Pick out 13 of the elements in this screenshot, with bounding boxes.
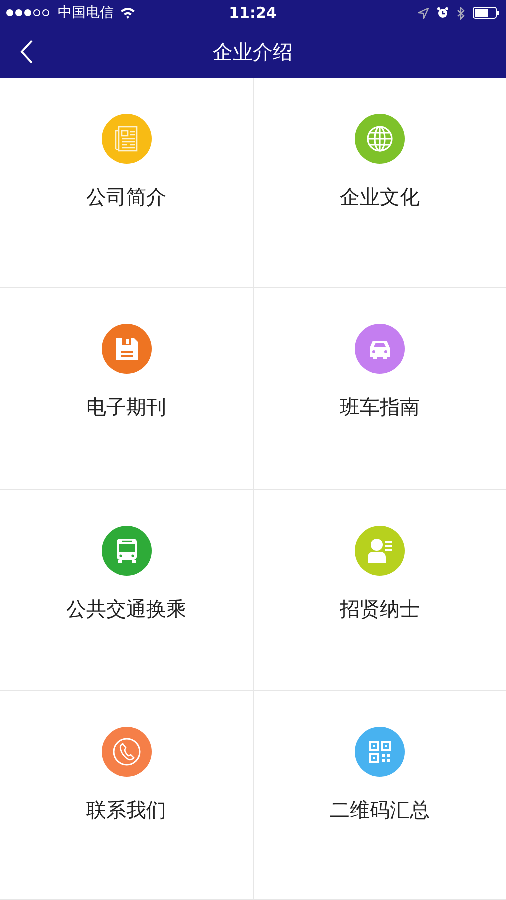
battery-icon [473, 7, 500, 19]
bluetooth-icon [457, 6, 465, 20]
location-icon [418, 8, 429, 18]
alarm-icon [437, 7, 449, 19]
menu-tile[interactable]: 公共交通换乘 [0, 490, 254, 691]
menu-tile[interactable]: 电子期刊 [0, 288, 254, 490]
carrier-name: 中国电信 [58, 4, 114, 22]
wifi-icon [120, 7, 136, 19]
menu-tile[interactable]: 联系我们 [0, 691, 254, 900]
menu-tile[interactable]: 公司简介 [0, 78, 254, 288]
status-time: 11:24 [229, 4, 277, 22]
page-title: 企业介绍 [213, 38, 293, 66]
signal-icon [6, 9, 52, 17]
